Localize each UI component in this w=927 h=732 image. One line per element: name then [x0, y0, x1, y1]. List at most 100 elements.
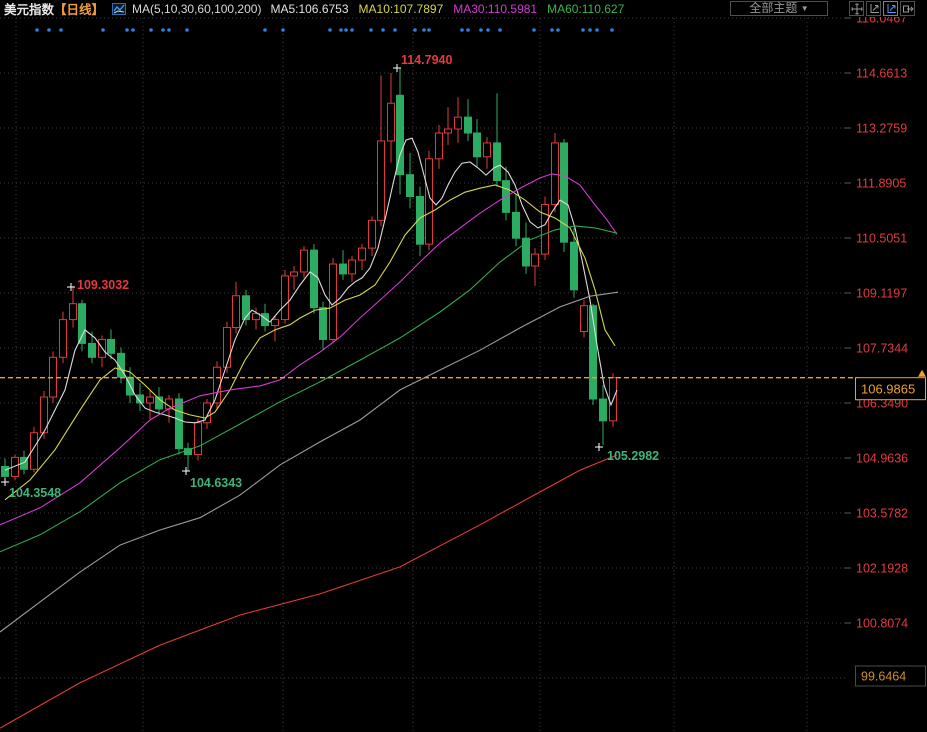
candle-down — [89, 343, 96, 357]
event-dot[interactable] — [350, 28, 354, 32]
event-dot[interactable] — [344, 28, 348, 32]
axis-price-label: 109.1197 — [856, 287, 907, 301]
candle-down — [320, 308, 327, 340]
candle-down — [571, 242, 578, 290]
candle-down — [465, 117, 472, 133]
ma5-value: MA5:106.6753 — [270, 2, 348, 16]
event-dot[interactable] — [595, 28, 599, 32]
candle-up — [349, 260, 356, 274]
event-dot[interactable] — [550, 28, 554, 32]
axis-price-label: 102.1928 — [856, 562, 908, 576]
extreme-price-label: 104.3548 — [9, 486, 61, 500]
axis-price-label: 111.8905 — [856, 177, 906, 191]
event-dot[interactable] — [125, 28, 129, 32]
candle-down — [311, 250, 318, 308]
event-dot[interactable] — [47, 28, 51, 32]
candle-up — [484, 143, 491, 157]
ma-line-ma200 — [0, 455, 617, 728]
event-dot[interactable] — [101, 28, 105, 32]
event-dot[interactable] — [131, 28, 135, 32]
axis-price-label: 110.5051 — [856, 232, 907, 246]
candle-up — [455, 117, 462, 129]
y-axis: 116.0467114.6613113.2759111.8905110.5051… — [845, 12, 908, 631]
event-dot[interactable] — [35, 28, 39, 32]
event-dot[interactable] — [460, 28, 464, 32]
candles — [2, 68, 617, 482]
candle-up — [272, 320, 279, 326]
current-price-value: 106.9865 — [861, 382, 915, 397]
candle-up — [60, 320, 67, 358]
candle-up — [147, 397, 154, 403]
event-dot[interactable] — [427, 28, 431, 32]
theme-dropdown-label: 全部主题 — [749, 1, 797, 15]
event-dots — [35, 28, 614, 32]
axis-price-label: 103.5782 — [856, 507, 908, 521]
candle-down — [600, 399, 607, 421]
candle-up — [233, 296, 240, 328]
candle-down — [2, 466, 9, 476]
candle-up — [291, 272, 298, 276]
candle-up — [378, 141, 385, 220]
candle-up — [359, 248, 366, 260]
axis-scale-icon — [868, 3, 880, 15]
event-dot[interactable] — [263, 28, 267, 32]
chevron-down-icon: ▼ — [801, 4, 809, 13]
symbol-title: 美元指数 — [4, 0, 54, 18]
candle-up — [426, 159, 433, 244]
candle-up — [542, 204, 549, 254]
event-dot[interactable] — [581, 28, 585, 32]
axis-scale-button[interactable] — [866, 1, 881, 16]
ma-line-ma10 — [5, 185, 615, 500]
extreme-price-label: 105.2982 — [607, 449, 659, 463]
event-dot[interactable] — [369, 28, 373, 32]
candle-up — [70, 304, 77, 320]
event-dot[interactable] — [588, 28, 592, 32]
candle-down — [513, 212, 520, 238]
candlestick-chart[interactable]: 114.7940109.3032104.3548104.6343105.2982… — [0, 0, 927, 732]
pane-popout-button[interactable] — [900, 1, 915, 16]
extreme-price-label: 114.7940 — [401, 53, 452, 67]
ma60-value: MA60:110.627 — [547, 2, 624, 16]
event-dot[interactable] — [556, 28, 560, 32]
event-dot[interactable] — [466, 28, 470, 32]
chart-type-icon[interactable] — [112, 3, 126, 15]
event-dot[interactable] — [413, 28, 417, 32]
candle-down — [494, 143, 501, 181]
event-dot[interactable] — [167, 28, 171, 32]
boxed-level-value: 99.6464 — [861, 670, 906, 684]
event-dot[interactable] — [422, 28, 426, 32]
crosshair-tool-button[interactable] — [849, 1, 864, 16]
event-dot[interactable] — [532, 28, 536, 32]
event-dot[interactable] — [149, 28, 153, 32]
event-dot[interactable] — [59, 28, 63, 32]
candle-up — [224, 328, 231, 368]
candle-up — [436, 133, 443, 159]
candle-up — [369, 220, 376, 248]
boxed-level-marker: 99.6464 — [856, 666, 926, 686]
price-up-arrow-icon — [918, 370, 926, 377]
current-price-marker: 106.9865 — [856, 370, 927, 400]
candle-up — [532, 254, 539, 266]
event-dot[interactable] — [381, 28, 385, 32]
axis-price-label: 114.6613 — [856, 67, 907, 81]
event-dot[interactable] — [479, 28, 483, 32]
axis-scale-active-button[interactable] — [883, 1, 898, 16]
ma10-value: MA10:107.7897 — [359, 2, 444, 16]
event-dot[interactable] — [393, 28, 397, 32]
event-dot[interactable] — [498, 28, 502, 32]
candle-down — [108, 339, 115, 353]
candle-up — [195, 423, 202, 455]
event-dot[interactable] — [339, 28, 343, 32]
event-dot[interactable] — [281, 28, 285, 32]
event-dot[interactable] — [161, 28, 165, 32]
event-dot[interactable] — [610, 28, 614, 32]
event-dot[interactable] — [486, 28, 490, 32]
candle-up — [388, 103, 395, 141]
ma-lines — [0, 138, 618, 728]
theme-dropdown[interactable]: 全部主题 ▼ — [730, 1, 828, 16]
event-dot[interactable] — [328, 28, 332, 32]
event-dot[interactable] — [185, 28, 189, 32]
ma-config-label: MA(5,10,30,60,100,200) — [132, 2, 261, 16]
grid-lines — [0, 18, 848, 732]
axis-price-label: 104.9636 — [856, 452, 908, 466]
